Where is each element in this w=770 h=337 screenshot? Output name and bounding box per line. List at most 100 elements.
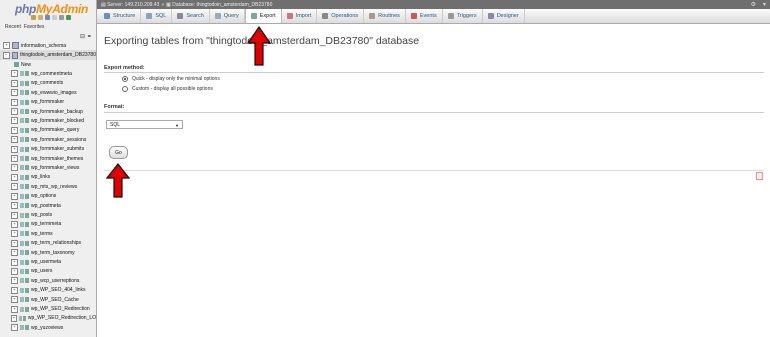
sidebar-table-item[interactable]: + wp_formmaker_views (0, 163, 96, 172)
breadcrumb-database[interactable]: Database: thingtodoin_amsterdam_DB23780 (172, 2, 272, 8)
sidebar-table-item[interactable]: + wp_WP_SEO_404_links (0, 286, 96, 295)
expand-icon[interactable]: + (11, 108, 18, 116)
settings-gear-icon[interactable]: ⚙ (751, 1, 756, 8)
sidebar-table-item[interactable]: + wp_terms (0, 229, 96, 238)
docs-icon[interactable] (52, 15, 57, 20)
table-icon (20, 287, 29, 293)
sidebar-table-item[interactable]: + wp_term_relationships (0, 239, 96, 248)
sidebar-table-item[interactable]: + wp_commentmeta (0, 69, 96, 78)
collapse-link-icon[interactable]: ⊟ ⚭ (80, 33, 92, 40)
expand-icon[interactable]: + (11, 286, 18, 294)
tab-routines[interactable]: Routines (364, 9, 406, 23)
expand-icon[interactable]: + (11, 192, 18, 200)
expand-icon[interactable]: + (11, 155, 18, 163)
sidebar-table-item[interactable]: + wp_formmaker_blocked (0, 116, 96, 125)
sidebar-table-item[interactable]: + wp_WP_SEO_Cache (0, 295, 96, 304)
expand-icon[interactable]: + (11, 305, 18, 313)
sidebar-table-item[interactable]: + wp_formmaker_themes (0, 154, 96, 163)
expand-icon[interactable]: + (11, 89, 18, 97)
sidebar-new-table[interactable]: New (0, 60, 96, 69)
expand-icon[interactable]: + (11, 220, 18, 228)
expand-icon[interactable]: + (11, 98, 18, 106)
quick-radio[interactable] (122, 76, 128, 82)
expand-icon[interactable]: + (11, 258, 18, 266)
breadcrumb-server[interactable]: Server: 149.210.209.43 (107, 2, 159, 8)
expand-icon[interactable]: + (11, 79, 18, 87)
expand-icon[interactable]: + (11, 145, 18, 153)
sidebar-table-item[interactable]: + wp_mts_wp_reviews (0, 182, 96, 191)
sidebar-table-item[interactable]: + wp_formmaker_submits (0, 144, 96, 153)
exit-icon[interactable] (38, 15, 43, 20)
sidebar-table-item[interactable]: + wp_yuzoviews (0, 323, 96, 332)
tab-import[interactable]: Import (282, 9, 318, 23)
expand-icon[interactable]: + (11, 173, 18, 181)
favorites-tab[interactable]: Favorites (24, 24, 45, 30)
query-window-icon[interactable] (45, 15, 50, 20)
tab-search[interactable]: Search (172, 9, 210, 23)
sidebar-table-item[interactable]: + wp_wcp_userreptions (0, 276, 96, 285)
expand-icon[interactable]: + (11, 277, 18, 285)
expand-icon[interactable]: + (11, 296, 18, 304)
sidebar-table-item[interactable]: + wp_formmaker_query (0, 126, 96, 135)
custom-option[interactable]: Custom - display all possible options (122, 86, 213, 92)
sidebar-database-item[interactable]: + information_schema (0, 41, 96, 50)
tab-sql[interactable]: SQL (141, 9, 173, 23)
expand-icon[interactable]: + (11, 164, 18, 172)
expand-icon[interactable]: + (11, 211, 18, 219)
tab-events[interactable]: Events (406, 9, 443, 23)
sidebar-table-item[interactable]: + wp_usermeta (0, 257, 96, 266)
expand-icon[interactable]: + (11, 183, 18, 191)
expand-icon[interactable]: + (11, 70, 18, 78)
expand-icon[interactable]: + (11, 314, 17, 322)
sidebar-database-item[interactable]: − thingtodoin_amsterdam_DB23780 (0, 50, 96, 60)
phpmyadmin-logo[interactable]: phpMyAdmin (15, 2, 88, 16)
database-tree: + information_schema − thingtodoin_amsterda… (0, 41, 96, 333)
expand-icon[interactable]: + (11, 239, 18, 247)
tab-label: Structure (113, 13, 136, 19)
sidebar-table-item[interactable]: + wp_postmeta (0, 201, 96, 210)
expand-icon[interactable]: + (11, 126, 18, 134)
collapse-icon[interactable]: ▾ (763, 1, 766, 8)
divider (104, 170, 764, 171)
sidebar-table-item[interactable]: + wp_posts (0, 210, 96, 219)
tab-triggers[interactable]: Triggers (443, 9, 483, 23)
sidebar-table-item[interactable]: + wp_term_taxonomy (0, 248, 96, 257)
expand-icon[interactable]: + (11, 324, 18, 332)
sidebar-table-item[interactable]: + wp_users (0, 267, 96, 276)
sidebar-table-item[interactable]: + wp_WP_SEO_Redirection_LO (0, 314, 96, 323)
expand-icon[interactable]: + (11, 267, 18, 275)
console-icon[interactable] (756, 172, 763, 180)
quick-option[interactable]: Quick - display only the minimal options (122, 76, 220, 82)
sidebar-table-item[interactable]: + wp_ewwwio_images (0, 88, 96, 97)
sidebar-table-item[interactable]: + wp_options (0, 192, 96, 201)
sidebar-table-item[interactable]: + wp_WP_SEO_Redirection (0, 304, 96, 313)
recent-tab[interactable]: Recent (5, 24, 21, 30)
sidebar-table-item[interactable]: + wp_formmaker (0, 97, 96, 106)
expand-icon[interactable]: + (11, 136, 18, 144)
sidebar-table-item[interactable]: + wp_comments (0, 79, 96, 88)
expand-icon[interactable]: + (11, 202, 18, 210)
sidebar-table-item[interactable]: + wp_links (0, 173, 96, 182)
format-select[interactable]: SQL ▼ (106, 120, 183, 129)
events-icon (410, 13, 417, 19)
expand-icon[interactable]: + (11, 117, 18, 125)
tab-operations[interactable]: Operations (317, 9, 365, 23)
expand-icon[interactable]: + (11, 230, 18, 238)
custom-radio[interactable] (122, 86, 128, 92)
home-icon[interactable] (31, 15, 36, 20)
go-button[interactable]: Go (109, 146, 128, 159)
export-method-label: Export method: (104, 65, 145, 71)
sidebar-table-item[interactable]: + wp_formmaker_sessions (0, 135, 96, 144)
tab-structure[interactable]: Structure (99, 9, 142, 23)
tab-designer[interactable]: Designer (483, 9, 525, 23)
expand-icon[interactable]: + (11, 249, 18, 257)
sidebar-table-item[interactable]: + wp_formmaker_backup (0, 107, 96, 116)
expand-icon[interactable]: + (3, 42, 10, 50)
tab-query[interactable]: Query (210, 9, 245, 23)
sidebar-table-item[interactable]: + wp_termmeta (0, 220, 96, 229)
reload-icon[interactable] (66, 15, 71, 20)
gear-icon[interactable] (59, 15, 64, 20)
table-icon (20, 212, 29, 218)
tab-export[interactable]: Export (244, 9, 282, 23)
expand-icon[interactable]: − (3, 51, 10, 59)
